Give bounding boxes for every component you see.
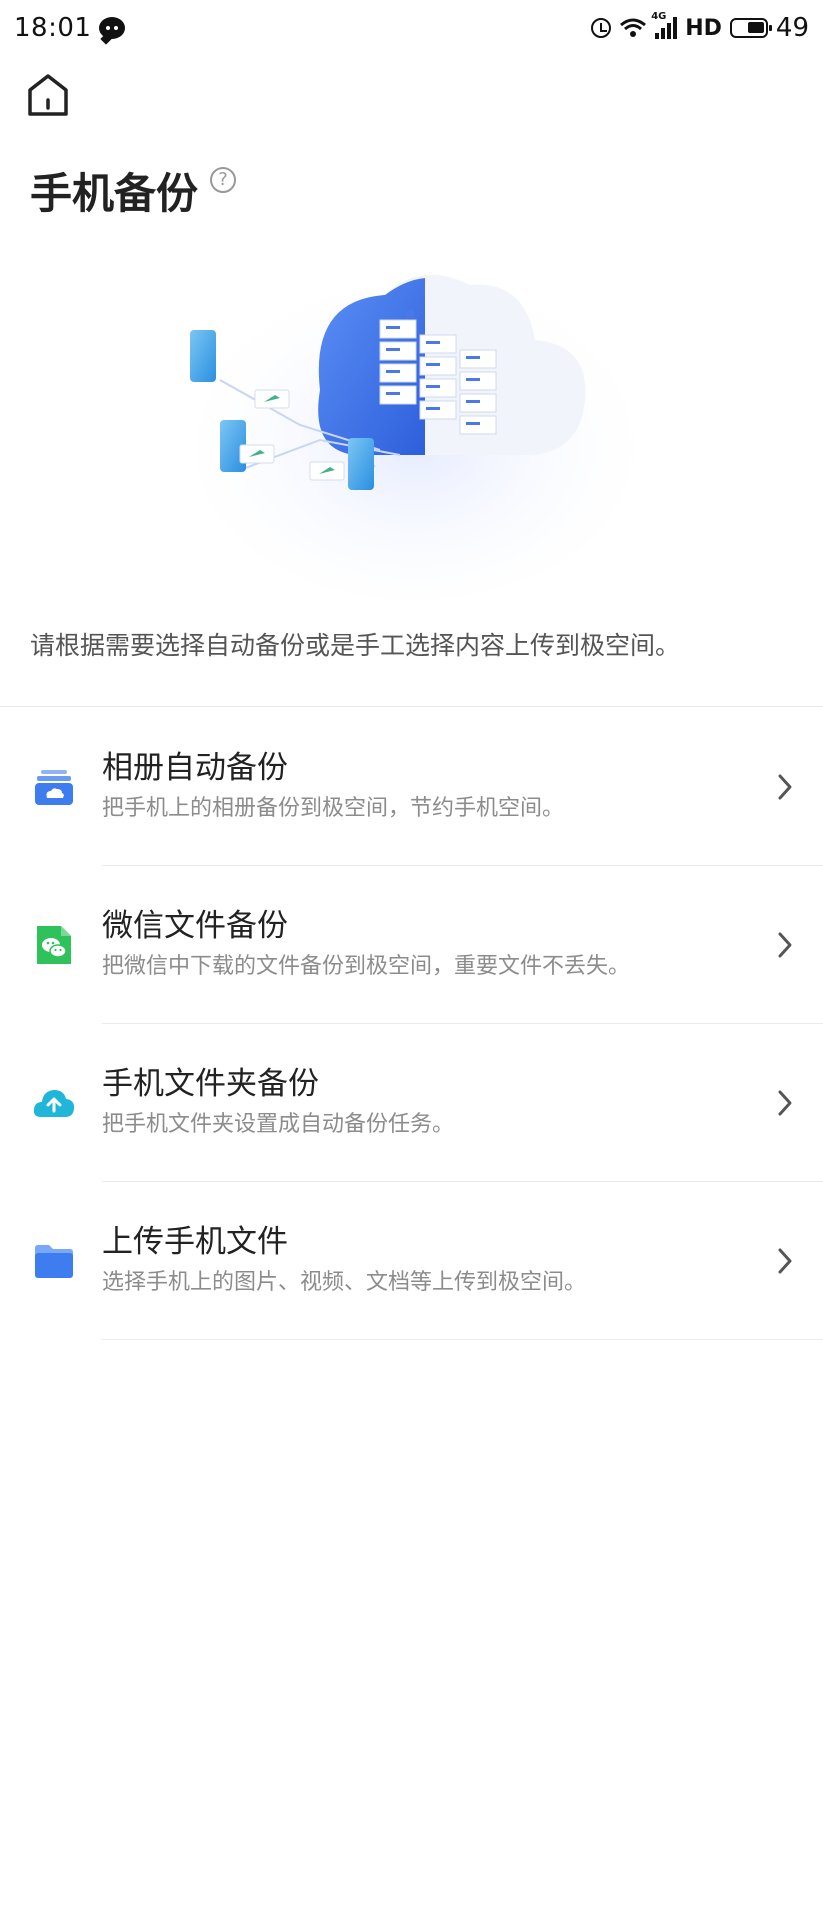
album-backup-icon [35,770,73,805]
divider [0,706,823,707]
option-title: 微信文件备份 [102,908,288,944]
option-title: 手机文件夹备份 [102,1066,319,1102]
wifi-icon [620,18,647,37]
option-text: 相册自动备份 把手机上的相册备份到极空间，节约手机空间。 [102,748,564,824]
option-text: 微信文件备份 把微信中下载的文件备份到极空间，重要文件不丢失。 [102,906,630,982]
help-icon[interactable]: ? [210,166,237,193]
battery-level: 49 [775,13,809,43]
network-type-label: 4G [651,11,667,22]
cloud-backup-illustration [185,260,645,600]
chevron-right-icon [778,932,792,958]
hd-indicator: HD [685,15,722,41]
chevron-right-icon [778,1248,792,1274]
alarm-icon [591,18,612,38]
status-time: 18:01 [14,13,92,43]
option-title: 相册自动备份 [102,750,288,786]
backup-option-list: 相册自动备份 把手机上的相册备份到极空间，节约手机空间。 微信文件备份 把微信中… [0,708,823,1340]
chat-notification-icon [99,17,126,39]
option-upload-files[interactable]: 上传手机文件 选择手机上的图片、视频、文档等上传到极空间。 [0,1182,823,1340]
page-title-text: 手机备份 [30,169,199,218]
home-icon[interactable] [26,72,70,118]
signal-icon: 4G [651,11,678,39]
option-description: 选择手机上的图片、视频、文档等上传到极空间。 [102,1270,587,1295]
option-album-backup[interactable]: 相册自动备份 把手机上的相册备份到极空间，节约手机空间。 [0,708,823,866]
option-text: 上传手机文件 选择手机上的图片、视频、文档等上传到极空间。 [102,1222,586,1298]
option-wechat-backup[interactable]: 微信文件备份 把微信中下载的文件备份到极空间，重要文件不丢失。 [0,866,823,1024]
option-description: 把微信中下载的文件备份到极空间，重要文件不丢失。 [102,954,631,979]
cloud-upload-icon [33,1090,75,1117]
divider [102,1339,823,1340]
status-bar: 18:01 4G HD 49 [0,0,823,56]
chevron-right-icon [778,774,792,800]
chevron-right-icon [778,1090,792,1116]
page-title: 手机备份 ? [30,160,237,221]
wechat-icon [37,926,71,964]
folder-icon [35,1245,73,1278]
option-description: 把手机上的相册备份到极空间，节约手机空间。 [102,796,565,821]
option-description: 把手机文件夹设置成自动备份任务。 [102,1112,455,1137]
option-text: 手机文件夹备份 把手机文件夹设置成自动备份任务。 [102,1064,454,1140]
battery-icon [729,18,772,38]
intro-text: 请根据需要选择自动备份或是手工选择内容上传到极空间。 [30,631,681,660]
option-folder-backup[interactable]: 手机文件夹备份 把手机文件夹设置成自动备份任务。 [0,1024,823,1182]
option-title: 上传手机文件 [102,1224,288,1260]
